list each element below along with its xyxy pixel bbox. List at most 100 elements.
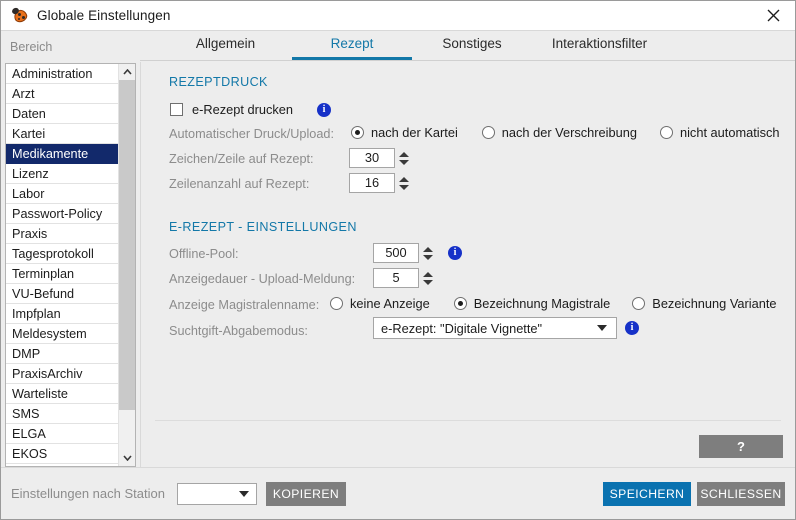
footer-bar: Einstellungen nach Station KOPIEREN SPEI… xyxy=(1,467,795,519)
anzeigedauer-spin-buttons[interactable] xyxy=(423,268,434,288)
spin-up-icon[interactable] xyxy=(423,271,433,277)
info-icon-suchtgift[interactable]: i xyxy=(625,321,639,335)
ladybug-icon xyxy=(11,6,29,25)
spin-down-icon[interactable] xyxy=(399,159,409,165)
sidebar-item-lizenz[interactable]: Lizenz xyxy=(6,164,119,184)
offline-pool-stepper: 500 i xyxy=(373,243,462,263)
zeilenanzahl-stepper: 16 xyxy=(349,173,410,193)
auto-druck-radio-group: nach der Kartei nach der Verschreibung n… xyxy=(351,125,780,140)
radio-nach-der-verschreibung-marker xyxy=(481,126,495,139)
scroll-down-icon[interactable] xyxy=(119,450,135,466)
globale-einstellungen-window: Globale Einstellungen Bereich Administra… xyxy=(0,0,796,520)
label-automatischer-druck: Automatischer Druck/Upload: xyxy=(169,127,335,141)
sidebar-item-meldesystem[interactable]: Meldesystem xyxy=(6,324,119,344)
sidebar-item-dmp[interactable]: DMP xyxy=(6,344,119,364)
spin-up-icon[interactable] xyxy=(423,246,433,252)
offline-pool-spin-buttons[interactable] xyxy=(423,243,434,263)
zeichen-zeile-stepper: 30 xyxy=(349,148,410,168)
sidebar-item-arzt[interactable]: Arzt xyxy=(6,84,119,104)
zeichen-zeile-spin-buttons[interactable] xyxy=(399,148,410,168)
sidebar-item-administration[interactable]: Administration xyxy=(6,64,119,84)
spin-down-icon[interactable] xyxy=(423,254,433,260)
sidebar-scrollbar[interactable] xyxy=(118,64,135,466)
help-button[interactable]: ? xyxy=(699,435,783,458)
label-anzeigedauer: Anzeigedauer - Upload-Meldung: xyxy=(169,272,356,286)
radio-nicht-automatisch[interactable]: nicht automatisch xyxy=(659,125,780,140)
radio-bezeichnung-variante-label: Bezeichnung Variante xyxy=(652,296,777,311)
tab-interaktionsfilter[interactable]: Interaktionsfilter xyxy=(532,30,667,60)
radio-keine-anzeige[interactable]: keine Anzeige xyxy=(330,296,430,311)
chevron-down-icon xyxy=(238,490,249,497)
suchtgift-abgabemodus-value: e-Rezept: "Digitale Vignette" xyxy=(381,320,543,336)
label-magistralenname: Anzeige Magistralenname: xyxy=(169,298,320,312)
sidebar-item-labor[interactable]: Labor xyxy=(6,184,119,204)
speichern-button[interactable]: SPEICHERN xyxy=(603,481,691,506)
radio-bezeichnung-variante[interactable]: Bezeichnung Variante xyxy=(632,296,777,311)
scrollbar-thumb[interactable] xyxy=(119,80,135,410)
content-divider xyxy=(155,420,781,421)
sidebar-item-praxis[interactable]: Praxis xyxy=(6,224,119,244)
kopieren-button[interactable]: KOPIEREN xyxy=(265,481,346,506)
info-icon-erezept-drucken[interactable]: i xyxy=(317,102,332,117)
sidebar-item-medikamente[interactable]: Medikamente xyxy=(6,144,119,164)
title-bar: Globale Einstellungen xyxy=(1,1,795,31)
sidebar-item-elga[interactable]: ELGA xyxy=(6,424,119,444)
spin-up-icon[interactable] xyxy=(399,151,409,157)
tab-bar: Allgemein Rezept Sonstiges Interaktionsf… xyxy=(140,31,795,61)
tab-sonstiges[interactable]: Sonstiges xyxy=(412,30,532,60)
spin-down-icon[interactable] xyxy=(423,279,433,285)
sidebar-item-daten[interactable]: Daten xyxy=(6,104,119,124)
section-title-erezept: E-REZEPT - EINSTELLUNGEN xyxy=(169,220,357,234)
anzeigedauer-input[interactable]: 5 xyxy=(373,268,419,288)
rezept-settings-panel: REZEPTDRUCK e-Rezept drucken i Automatis… xyxy=(140,62,795,467)
erezept-drucken-row: e-Rezept drucken i xyxy=(170,102,332,117)
sidebar-item-list: Administration Arzt Daten Kartei Medikam… xyxy=(6,64,119,466)
radio-nach-der-kartei-marker xyxy=(351,126,364,139)
sidebar-item-sms[interactable]: SMS xyxy=(6,404,119,424)
sidebar-item-ekos[interactable]: EKOS xyxy=(6,444,119,464)
tab-allgemein[interactable]: Allgemein xyxy=(159,30,292,60)
offline-pool-input[interactable]: 500 xyxy=(373,243,419,263)
zeilenanzahl-input[interactable]: 16 xyxy=(349,173,395,193)
radio-nach-der-kartei-label: nach der Kartei xyxy=(371,125,458,140)
sidebar-header: Bereich xyxy=(10,40,53,54)
sidebar-item-warteliste[interactable]: Warteliste xyxy=(6,384,119,404)
radio-nach-der-kartei[interactable]: nach der Kartei xyxy=(351,125,458,140)
label-offline-pool: Offline-Pool: xyxy=(169,247,239,261)
radio-nach-der-verschreibung[interactable]: nach der Verschreibung xyxy=(481,125,637,140)
suchtgift-abgabemodus-select[interactable]: e-Rezept: "Digitale Vignette" xyxy=(373,317,617,339)
sidebar-listbox: Administration Arzt Daten Kartei Medikam… xyxy=(5,63,136,467)
info-icon-offline-pool[interactable]: i xyxy=(448,246,462,260)
section-title-rezeptdruck: REZEPTDRUCK xyxy=(169,75,268,89)
station-select[interactable] xyxy=(176,482,257,505)
spin-up-icon[interactable] xyxy=(399,176,409,182)
label-zeilenanzahl: Zeilenanzahl auf Rezept: xyxy=(169,177,310,191)
radio-keine-anzeige-label: keine Anzeige xyxy=(350,296,430,311)
sidebar-item-tagesprotokoll[interactable]: Tagesprotokoll xyxy=(6,244,119,264)
scroll-up-icon[interactable] xyxy=(119,64,135,80)
radio-nach-der-verschreibung-label: nach der Verschreibung xyxy=(501,125,637,140)
magistralenname-radio-group: keine Anzeige Bezeichnung Magistrale Bez… xyxy=(330,296,777,311)
radio-bezeichnung-variante-marker xyxy=(632,297,646,310)
sidebar-item-passwort-policy[interactable]: Passwort-Policy xyxy=(6,204,119,224)
tab-rezept[interactable]: Rezept xyxy=(292,30,412,60)
sidebar-item-impfplan[interactable]: Impfplan xyxy=(6,304,119,324)
window-title: Globale Einstellungen xyxy=(37,8,171,23)
radio-bezeichnung-magistrale[interactable]: Bezeichnung Magistrale xyxy=(453,296,611,311)
sidebar-item-praxisarchiv[interactable]: PraxisArchiv xyxy=(6,364,119,384)
zeichen-zeile-input[interactable]: 30 xyxy=(349,148,395,168)
label-suchtgift: Suchtgift-Abgabemodus: xyxy=(169,324,308,338)
close-icon[interactable] xyxy=(751,1,795,30)
zeilenanzahl-spin-buttons[interactable] xyxy=(399,173,410,193)
schliessen-button[interactable]: SCHLIESSEN xyxy=(697,481,785,506)
sidebar-item-vu-befund[interactable]: VU-Befund xyxy=(6,284,119,304)
spin-down-icon[interactable] xyxy=(399,184,409,190)
erezept-drucken-checkbox[interactable] xyxy=(170,103,183,116)
radio-keine-anzeige-marker xyxy=(330,297,343,310)
sidebar-item-terminplan[interactable]: Terminplan xyxy=(6,264,119,284)
anzeigedauer-stepper: 5 xyxy=(373,268,434,288)
radio-bezeichnung-magistrale-marker xyxy=(453,297,467,310)
radio-nicht-automatisch-marker xyxy=(659,126,673,139)
sidebar-item-kartei[interactable]: Kartei xyxy=(6,124,119,144)
radio-bezeichnung-magistrale-label: Bezeichnung Magistrale xyxy=(473,296,611,311)
